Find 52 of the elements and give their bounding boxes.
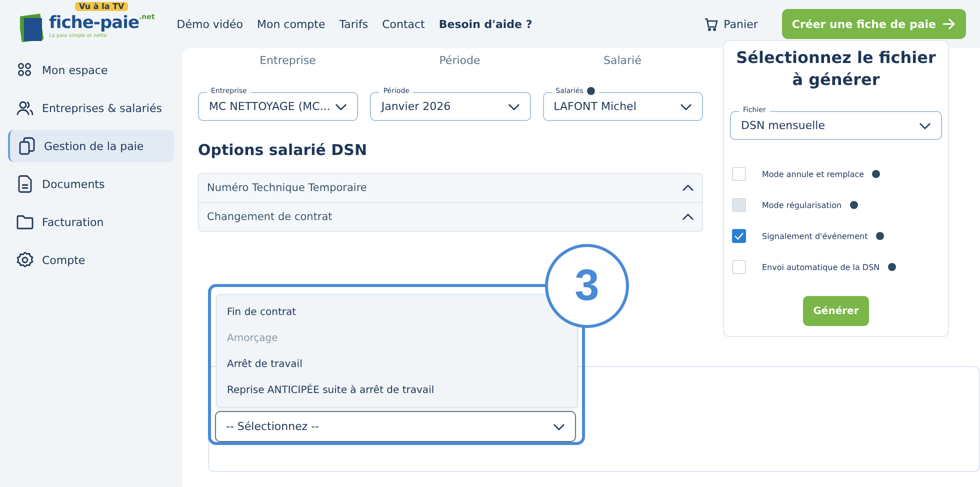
help-icon[interactable] (850, 201, 858, 209)
dropdown-option[interactable]: Arrêt de travail (227, 351, 302, 377)
dropdown-option[interactable]: Fin de contrat (227, 299, 296, 325)
nav-link[interactable]: Contact (382, 18, 425, 30)
grid-icon (16, 61, 34, 79)
panel-title: Sélectionnez le fichier à générer (735, 47, 937, 91)
help-icon[interactable] (587, 87, 596, 95)
event-select[interactable]: -- Sélectionnez -- (215, 411, 576, 442)
sidebar-item[interactable]: Gestion de la paie (8, 130, 174, 162)
chevron-icon (682, 184, 694, 192)
help-icon[interactable] (872, 170, 880, 178)
section-title: Options salarié DSN (198, 141, 368, 159)
documents-icon (18, 137, 36, 155)
document-icon (16, 175, 34, 193)
checkbox-label: Mode régularisation (762, 200, 842, 210)
cart-icon (704, 18, 718, 30)
arrow-right-icon (942, 18, 956, 30)
checkbox[interactable] (732, 229, 746, 243)
sidebar-item[interactable]: Entreprises & salariés (8, 92, 174, 124)
nav-link[interactable]: Tarifs (339, 18, 368, 30)
chevron-down-icon (335, 102, 348, 110)
nav-link[interactable]: Démo vidéo (176, 18, 243, 30)
help-icon[interactable] (888, 263, 896, 271)
sidebar-item[interactable]: Documents (8, 168, 174, 200)
step-label: Salarié (604, 54, 642, 69)
sidebar-item[interactable]: Mon espace (8, 54, 174, 86)
sidebar-item[interactable]: Facturation (8, 206, 174, 238)
dropdown-option[interactable]: Reprise ANTICIPÉE suite à arrêt de travail (227, 377, 434, 403)
step-number-badge: 3 (545, 244, 629, 328)
step-label: Période (439, 54, 480, 69)
chevron-icon (682, 213, 694, 221)
logo-badge: Vu à la TV (75, 2, 128, 11)
nav-link[interactable]: Mon compte (256, 18, 326, 30)
folder-icon (16, 213, 34, 231)
help-icon[interactable] (876, 232, 884, 240)
checkbox-label: Envoi automatique de la DSN (762, 262, 880, 272)
logo-icon (20, 12, 46, 42)
gear-icon (16, 251, 34, 269)
chevron-down-icon (553, 422, 565, 430)
accordion-header[interactable]: Changement de contrat (199, 202, 702, 231)
sidebar-item[interactable]: Compte (8, 244, 174, 276)
users-icon (16, 99, 34, 117)
chevron-down-icon (919, 122, 931, 130)
chevron-down-icon (680, 102, 692, 110)
cart-link[interactable]: Panier (704, 18, 758, 30)
accordion-header[interactable]: Numéro Technique Temporaire (199, 174, 702, 202)
checkbox-label: Mode annule et remplace (762, 170, 864, 178)
checkbox-label: Signalement d'événement (762, 232, 868, 240)
chevron-down-icon (508, 102, 520, 110)
nav-link[interactable]: Besoin d'aide ? (438, 18, 532, 30)
step-label: Entreprise (260, 54, 316, 69)
logo-name: fiche-paie (49, 13, 139, 33)
